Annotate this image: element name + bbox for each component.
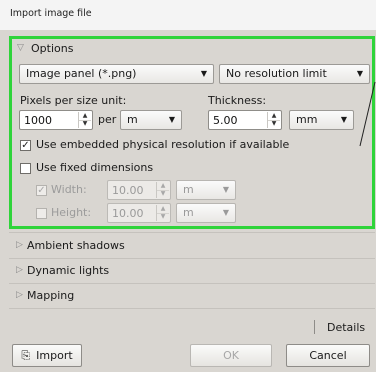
embedded-resolution-checkbox[interactable]: ✓ bbox=[20, 140, 31, 151]
import-button[interactable]: ⎘ Import bbox=[12, 344, 82, 367]
height-input[interactable] bbox=[108, 204, 156, 221]
thickness-spinbox[interactable]: ▲ ▼ bbox=[208, 110, 282, 130]
expander-closed-icon[interactable]: ▷ bbox=[16, 265, 23, 275]
width-stepper[interactable]: ▲ ▼ bbox=[156, 182, 169, 198]
section-ambient-shadows[interactable]: Ambient shadows bbox=[27, 239, 125, 252]
details-separator bbox=[314, 320, 315, 334]
ok-button-label: OK bbox=[223, 349, 239, 362]
cancel-button-label: Cancel bbox=[309, 349, 347, 362]
cancel-button[interactable]: Cancel bbox=[286, 344, 370, 367]
pixels-unit-select[interactable]: m ▼ bbox=[120, 110, 182, 130]
import-button-label: Import bbox=[36, 349, 73, 362]
format-select-value: Image panel (*.png) bbox=[26, 67, 137, 80]
height-stepper[interactable]: ▲ ▼ bbox=[156, 205, 169, 221]
chevron-down-icon: ▼ bbox=[222, 208, 229, 217]
thickness-label: Thickness: bbox=[208, 94, 267, 107]
width-spinbox[interactable]: ▲ ▼ bbox=[107, 180, 171, 200]
chevron-down-icon: ▼ bbox=[340, 115, 347, 124]
divider bbox=[9, 232, 375, 233]
width-input[interactable] bbox=[108, 181, 156, 198]
pixels-input[interactable] bbox=[20, 111, 76, 128]
expander-closed-icon[interactable]: ▷ bbox=[16, 240, 23, 250]
details-button[interactable]: Details bbox=[327, 321, 365, 334]
pixels-stepper[interactable]: ▲ ▼ bbox=[78, 112, 91, 128]
import-dialog: ▽ Options Image panel (*.png) ▼ No resol… bbox=[0, 30, 376, 372]
height-checkbox[interactable] bbox=[36, 208, 47, 219]
section-dynamic-lights[interactable]: Dynamic lights bbox=[27, 264, 109, 277]
section-mapping[interactable]: Mapping bbox=[27, 289, 74, 302]
fixed-dimensions-label[interactable]: Use fixed dimensions bbox=[36, 161, 153, 174]
arrow-down-icon[interactable]: ▼ bbox=[268, 120, 280, 128]
arrow-down-icon[interactable]: ▼ bbox=[157, 213, 169, 221]
divider bbox=[9, 308, 375, 309]
width-unit-value: m bbox=[183, 183, 194, 196]
chevron-down-icon: ▼ bbox=[222, 185, 229, 194]
thickness-input[interactable] bbox=[209, 111, 265, 128]
width-label: Width: bbox=[51, 183, 87, 196]
width-checkbox[interactable]: ✓ bbox=[36, 185, 47, 196]
height-unit-value: m bbox=[183, 206, 194, 219]
checkmark-icon: ✓ bbox=[37, 185, 46, 196]
fixed-dimensions-checkbox[interactable] bbox=[20, 163, 31, 174]
format-select[interactable]: Image panel (*.png) ▼ bbox=[19, 64, 214, 84]
pixels-unit-value: m bbox=[127, 113, 138, 126]
thickness-unit-select[interactable]: mm ▼ bbox=[289, 110, 354, 130]
chevron-down-icon: ▼ bbox=[168, 115, 175, 124]
embedded-resolution-label[interactable]: Use embedded physical resolution if avai… bbox=[36, 138, 289, 151]
divider bbox=[9, 283, 375, 284]
height-label: Height: bbox=[51, 206, 92, 219]
width-unit-select[interactable]: m ▼ bbox=[176, 180, 236, 200]
pixels-spinbox[interactable]: ▲ ▼ bbox=[19, 110, 93, 130]
pointer-line bbox=[359, 81, 376, 147]
arrow-down-icon[interactable]: ▼ bbox=[157, 190, 169, 198]
thickness-unit-value: mm bbox=[296, 113, 318, 126]
ok-button[interactable]: OK bbox=[190, 344, 272, 367]
resolution-select-value: No resolution limit bbox=[226, 67, 327, 80]
options-header[interactable]: Options bbox=[31, 42, 73, 55]
window-title: Import image file bbox=[10, 8, 92, 19]
height-spinbox[interactable]: ▲ ▼ bbox=[107, 203, 171, 223]
thickness-stepper[interactable]: ▲ ▼ bbox=[267, 112, 280, 128]
title-bar: Import image file bbox=[0, 0, 376, 31]
divider bbox=[9, 258, 375, 259]
chevron-down-icon: ▼ bbox=[200, 69, 207, 78]
per-label: per bbox=[98, 113, 117, 126]
import-icon: ⎘ bbox=[21, 349, 31, 362]
expander-closed-icon[interactable]: ▷ bbox=[16, 290, 23, 300]
resolution-select[interactable]: No resolution limit ▼ bbox=[219, 64, 370, 84]
expander-open-icon[interactable]: ▽ bbox=[17, 43, 24, 53]
checkmark-icon: ✓ bbox=[21, 140, 30, 151]
arrow-down-icon[interactable]: ▼ bbox=[79, 120, 91, 128]
pixels-label: Pixels per size unit: bbox=[20, 94, 127, 107]
chevron-down-icon: ▼ bbox=[356, 69, 363, 78]
height-unit-select[interactable]: m ▼ bbox=[176, 203, 236, 223]
